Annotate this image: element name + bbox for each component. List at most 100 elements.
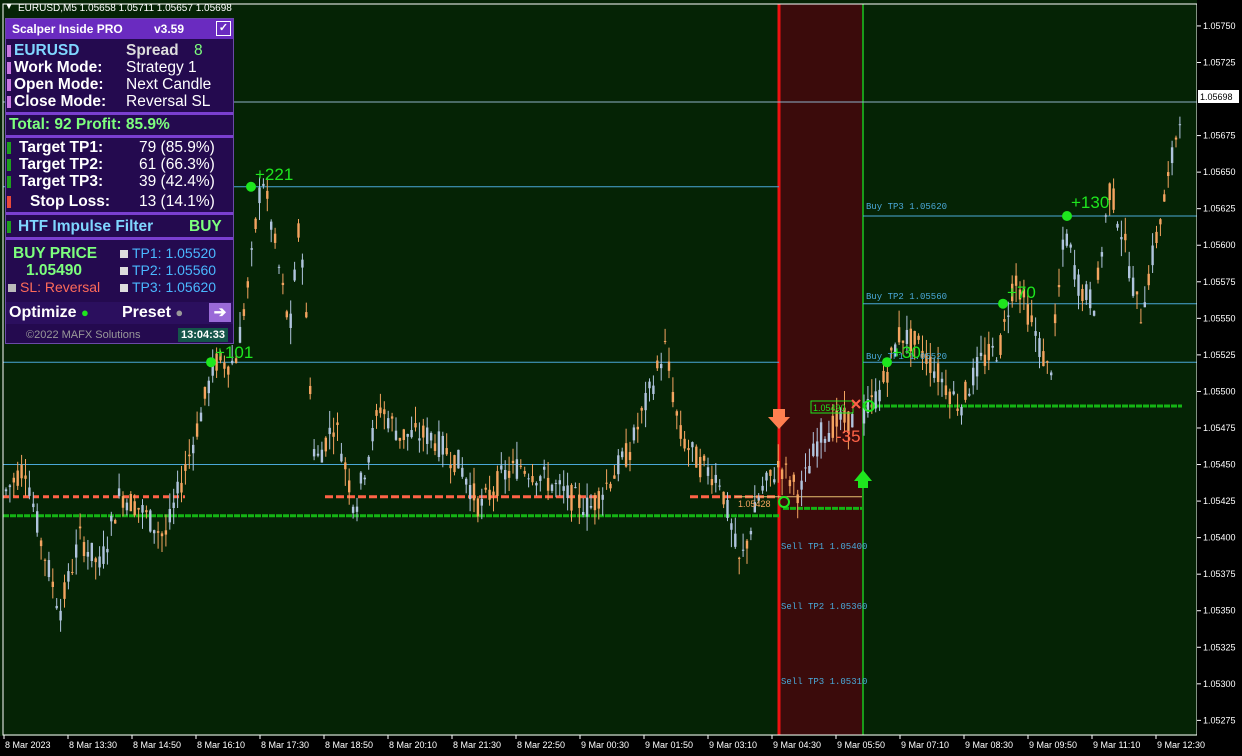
- candle-body: [652, 385, 655, 394]
- candle-body: [250, 248, 253, 250]
- time-tick-label: 8 Mar 22:50: [517, 740, 565, 750]
- panel-checkbox[interactable]: ✓: [216, 21, 231, 36]
- candle-body: [351, 506, 355, 513]
- candle-body: [726, 499, 729, 519]
- candle-body: [511, 460, 515, 464]
- candle-body: [507, 470, 511, 478]
- candle-body: [936, 363, 940, 382]
- candle-body: [82, 542, 86, 557]
- candle-body: [344, 462, 347, 470]
- time-tick-label: 9 Mar 05:50: [837, 740, 885, 750]
- candle-body: [176, 481, 179, 494]
- candle-body: [882, 370, 885, 383]
- candle-body: [1096, 267, 1100, 280]
- candle-body: [808, 466, 811, 474]
- candle-body: [660, 364, 663, 369]
- candle-body: [336, 422, 339, 426]
- row-marker: [7, 196, 11, 208]
- candle-body: [480, 498, 483, 506]
- candle-body: [566, 485, 569, 499]
- candle-body: [979, 352, 983, 357]
- panel-title-bar[interactable]: Scalper Inside PRO v3.59 ✓: [6, 19, 233, 39]
- row-marker: [7, 159, 11, 171]
- price-tick-label: 1.05325: [1203, 642, 1236, 652]
- candle-body: [1155, 231, 1158, 244]
- candle-body: [51, 581, 54, 587]
- candle-body: [558, 480, 561, 485]
- candle-body: [387, 418, 390, 429]
- tp3-stat-label: Target TP3:: [19, 173, 104, 190]
- candle-body: [621, 451, 624, 458]
- square-icon: [120, 267, 128, 275]
- candle-body: [722, 491, 725, 505]
- candle-body: [550, 484, 554, 491]
- candle-body: [367, 456, 370, 463]
- candle-body: [948, 391, 951, 405]
- candle-body: [1178, 124, 1182, 126]
- candle-body: [554, 483, 558, 485]
- candle-body: [691, 442, 694, 448]
- preset-label: Preset: [122, 304, 171, 321]
- price-tick-label: 1.05600: [1203, 240, 1236, 250]
- candle-body: [777, 460, 780, 468]
- candle-body: [1139, 322, 1143, 324]
- row-marker: [7, 221, 11, 233]
- sl-stat-value: 13 (14.1%): [139, 193, 215, 210]
- panel-version: v3.59: [154, 22, 185, 36]
- candle-body: [687, 448, 690, 451]
- dropdown-triangle-icon[interactable]: ▼: [5, 2, 13, 11]
- candle-body: [429, 432, 433, 441]
- candle-body: [145, 510, 148, 513]
- candle-body: [488, 489, 491, 500]
- candle-body: [242, 309, 246, 316]
- candle-body: [262, 183, 265, 186]
- candle-body: [457, 449, 460, 469]
- sell-tp1-label: Sell TP1 1.05400: [781, 542, 867, 552]
- close-mode-value: Reversal SL: [126, 93, 211, 110]
- candle-body: [1042, 351, 1045, 367]
- candle-body: [679, 425, 682, 439]
- candle-body: [312, 449, 316, 457]
- price-tick-label: 1.05425: [1203, 496, 1236, 506]
- candle-body: [418, 438, 421, 441]
- candle-body: [527, 478, 530, 480]
- preset-button[interactable]: Preset ●: [122, 304, 183, 322]
- candle-body: [695, 446, 698, 468]
- candle-body: [539, 476, 542, 481]
- candle-body: [601, 494, 604, 500]
- candle-body: [246, 281, 249, 288]
- sell-signal-zone: [779, 4, 863, 735]
- sell-entry-text: 1.05428: [738, 499, 771, 509]
- candle-body: [309, 385, 312, 395]
- candle-body: [656, 360, 659, 369]
- candle-body: [582, 511, 585, 516]
- buy-tp2-label: Buy TP2 1.05560: [866, 292, 947, 302]
- candle-body: [745, 540, 749, 549]
- candle-body: [769, 469, 772, 476]
- candle-body: [535, 483, 538, 486]
- candle-body: [640, 407, 643, 411]
- candle-body: [531, 476, 534, 483]
- optimize-button[interactable]: Optimize ●: [9, 304, 89, 322]
- symbol-info-text: EURUSD,M5 1.05658 1.05711 1.05657 1.0569…: [18, 3, 232, 14]
- candle-body: [117, 488, 121, 497]
- candle-body: [223, 362, 226, 369]
- candle-body: [578, 494, 581, 508]
- candle-body: [273, 233, 277, 243]
- candle-body: [1170, 147, 1174, 164]
- candle-body: [968, 393, 971, 396]
- candle-body: [1112, 188, 1115, 210]
- price-tick-label: 1.05350: [1203, 606, 1236, 616]
- candle-body: [1038, 338, 1041, 358]
- candle-body: [816, 441, 819, 457]
- arrow-right-icon[interactable]: ➔: [209, 303, 231, 322]
- candle-body: [543, 466, 546, 470]
- candle-body: [320, 449, 324, 463]
- candle-body: [827, 432, 831, 442]
- candle-body: [1034, 331, 1037, 336]
- candle-body: [609, 483, 612, 489]
- candle-body: [632, 427, 636, 441]
- candle-body: [1143, 302, 1146, 308]
- candle-body: [305, 312, 308, 318]
- candle-body: [749, 530, 753, 535]
